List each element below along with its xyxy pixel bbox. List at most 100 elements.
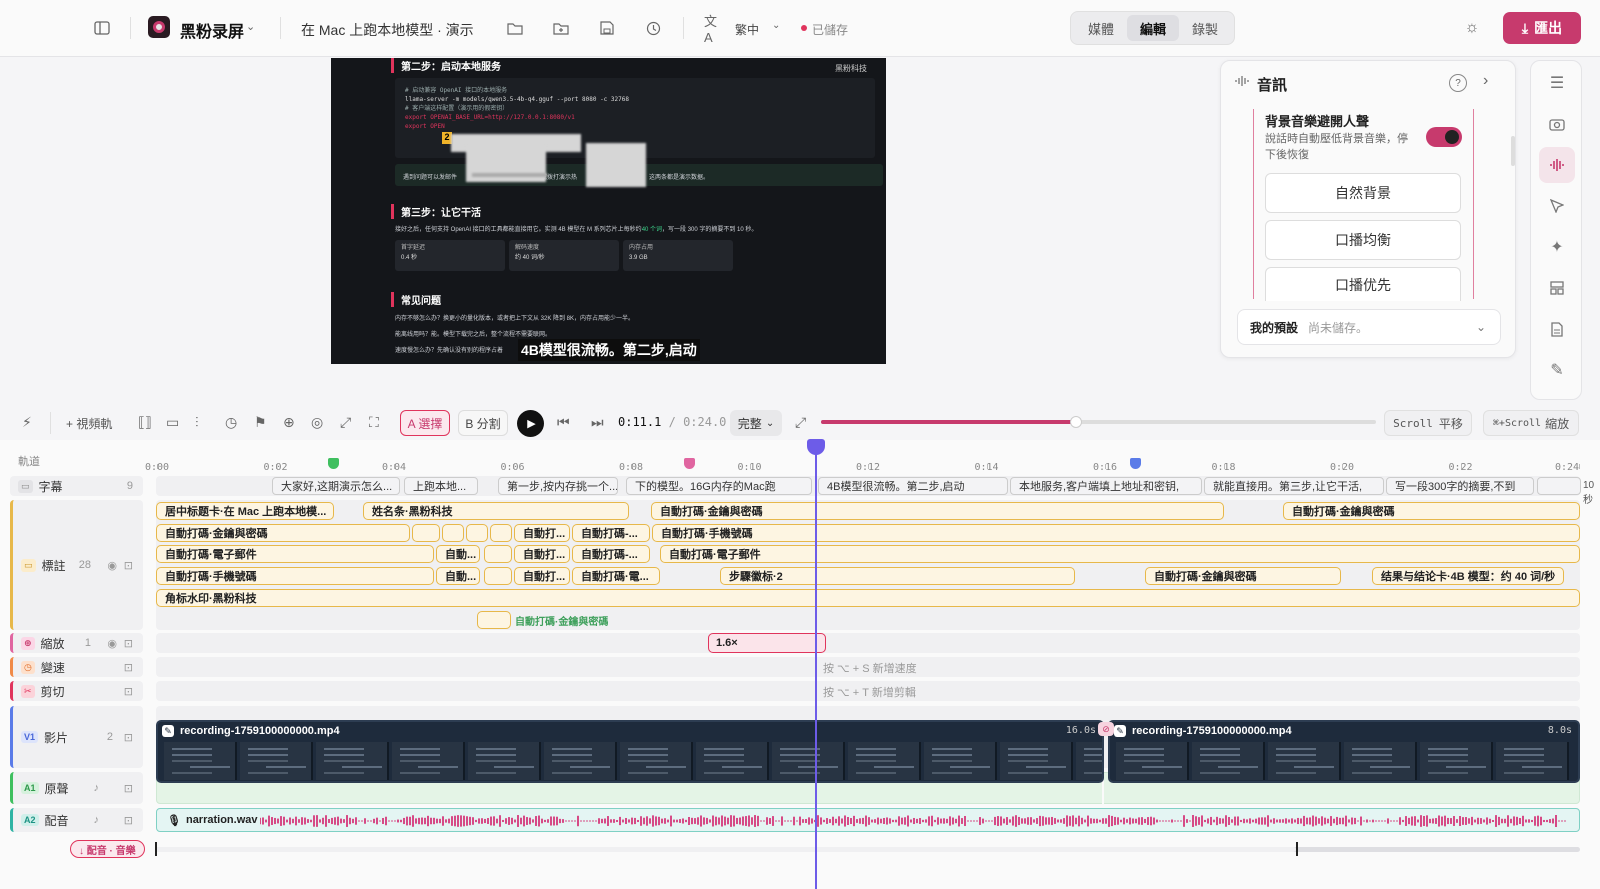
history-icon[interactable] (643, 18, 663, 38)
speaker-icon[interactable]: ♪ (94, 814, 100, 826)
lock-icon[interactable]: ⊡ (124, 782, 133, 795)
annotation-clip[interactable]: 姓名条·黑粉科技 (363, 502, 629, 520)
subtitle-clip[interactable]: 下的模型。16G内存的Mac跑 (626, 477, 812, 495)
scroll-range-start[interactable] (155, 842, 157, 856)
language-select[interactable]: 繁中 (735, 21, 759, 38)
lock-icon[interactable]: ⊡ (124, 559, 133, 572)
annotation-clip[interactable]: 自動打碼·手機號碼 (652, 524, 1580, 542)
annotation-clip[interactable] (484, 545, 512, 563)
select-tool-button[interactable]: A 選擇 (400, 410, 450, 436)
annotation-clip[interactable] (442, 524, 464, 542)
video-preview[interactable]: 第二步：启动本地服务 黑粉科技 # 启动兼容 OpenAI 接口的本地服务 ll… (331, 58, 886, 364)
voiceover-lane[interactable]: 🎙 narration.wav (156, 808, 1580, 832)
annotation-clip[interactable] (490, 524, 512, 542)
marker-blue[interactable] (1130, 458, 1141, 469)
translate-icon[interactable]: 文A (704, 14, 724, 45)
speaker-icon[interactable]: ♪ (94, 782, 100, 794)
lock-icon[interactable]: ⊡ (124, 637, 133, 650)
project-title[interactable]: 在 Mac 上跑本地模型 · 演示 (301, 20, 474, 40)
add-video-track-button[interactable]: + 視頻軌 (66, 415, 112, 432)
zoom-slider-thumb[interactable] (1070, 416, 1083, 428)
annotation-clip[interactable] (477, 611, 511, 629)
timeline-scrollbar-thumb[interactable] (156, 847, 1296, 852)
video-clip[interactable]: ✎ recording-1759100000000.mp4 8.0s (1108, 720, 1580, 783)
transition-icon[interactable]: ⊘ (1098, 722, 1114, 736)
theme-toggle-icon[interactable]: ☼ (1462, 18, 1482, 38)
open-folder-icon[interactable] (505, 18, 525, 38)
scroll-range-end[interactable] (1296, 842, 1298, 856)
annotation-clip[interactable] (466, 524, 488, 542)
quality-select[interactable]: 完整 ⌄ (730, 410, 782, 436)
subtitle-clip[interactable]: 大家好,这期演示怎么... (272, 477, 400, 495)
annotation-clip[interactable]: 自動打碼-... (572, 524, 650, 542)
marker-green[interactable] (328, 458, 339, 469)
document-icon[interactable] (1539, 311, 1575, 347)
preset-voice-first[interactable]: 口播优先 (1265, 267, 1461, 301)
camera-icon[interactable] (1539, 106, 1575, 142)
annotation-clip[interactable]: 自動打碼·手機號碼 (156, 567, 434, 585)
track-label-zoom[interactable]: ⊕ 縮放 1 ◉ ⊡ (10, 633, 143, 653)
fit-icon[interactable]: ⤢ (795, 414, 806, 431)
subtitle-clip[interactable]: 第一步,按内存挑一个... (498, 477, 618, 495)
subtitle-clip[interactable]: 就能直接用。第三步,让它干活, (1204, 477, 1384, 495)
time-ruler[interactable]: 0:00 0:02 0:04 0:06 0:08 0:10 0:12 0:14 0:16 0:18… (0, 440, 1600, 480)
split-tool-button[interactable]: B 分割 (458, 410, 508, 436)
timeline-scrollbar[interactable] (156, 847, 1580, 852)
lock-icon[interactable]: ⊡ (124, 685, 133, 698)
subtitle-clip[interactable] (1537, 477, 1581, 495)
annotation-clip[interactable]: 自動打... (514, 545, 570, 563)
target-icon[interactable]: ◎ (311, 414, 323, 431)
annotation-clip[interactable]: 步驟徽标·2 (720, 567, 1075, 585)
track-label-speed[interactable]: ◷ 變速 ⊡ (10, 657, 143, 677)
subtitle-clip[interactable]: 4B模型很流畅。第二步,启动 (818, 477, 1008, 495)
split-view-icon[interactable]: ⟦⟧ (138, 414, 152, 431)
layout-icon[interactable] (1539, 270, 1575, 306)
focus-icon[interactable]: ⛶ (369, 414, 379, 431)
annotation-clip[interactable]: 结果与结论卡·4B 模型：约 40 词/秒 (1372, 567, 1564, 585)
annotation-clip[interactable]: 自動打... (514, 567, 570, 585)
skip-forward-icon[interactable]: ⏭ (591, 414, 604, 431)
annotation-clip[interactable] (412, 524, 440, 542)
annotation-clip[interactable]: 自動打碼·電子郵件 (156, 545, 434, 563)
zoom-in-icon[interactable]: ⊕ (283, 414, 295, 431)
subtitle-clip[interactable]: 上跑本地... (404, 477, 478, 495)
track-label-subtitles[interactable]: ▭ 字幕 9 (10, 476, 143, 496)
chevron-down-icon[interactable]: ⌄ (772, 20, 780, 31)
expand-icon[interactable]: ⤢ (340, 414, 351, 431)
voiceover-music-chip[interactable]: ↓ 配音 · 音樂 (70, 840, 145, 858)
annotation-clip[interactable]: 自動打... (514, 524, 570, 542)
eye-icon[interactable]: ◉ (107, 637, 117, 650)
track-label-original-audio[interactable]: A1 原聲 ♪ ⊡ (10, 772, 143, 804)
help-icon[interactable]: ? (1449, 74, 1467, 92)
track-label-cut[interactable]: ✂ 剪切 ⊡ (10, 681, 143, 701)
annotation-clip[interactable]: 自動打碼·金鑰與密碼 (156, 524, 410, 542)
annotation-clip[interactable]: 自動打碼·金鑰與密碼 (651, 502, 1224, 520)
annotation-clip[interactable]: 自動... (436, 545, 480, 563)
annotation-clip[interactable]: 居中标题卡·在 Mac 上跑本地模... (156, 502, 334, 520)
track-label-annotations[interactable]: ▭ 標註 28 ◉ ⊡ (10, 500, 143, 630)
preset-balanced[interactable]: 口播均衡 (1265, 220, 1461, 260)
annotation-clip[interactable]: 自動打碼·電... (572, 567, 660, 585)
subtitle-clip[interactable]: 写一段300字的摘要,不到 (1386, 477, 1534, 495)
eye-icon[interactable]: ◉ (107, 559, 117, 572)
annotation-clip[interactable]: 自動打碼-... (572, 545, 650, 563)
annotation-clip[interactable]: 自動打碼·金鑰與密碼 (1145, 567, 1341, 585)
track-label-video[interactable]: V1 影片 2 ⊡ (10, 706, 143, 768)
panel-scrollbar[interactable] (1511, 136, 1515, 166)
lock-icon[interactable]: ⊡ (124, 731, 133, 744)
playhead[interactable] (815, 440, 817, 889)
annotation-clip[interactable] (484, 567, 512, 585)
audio-icon[interactable]: ⫶ (195, 414, 199, 431)
chevron-right-icon[interactable]: › (1483, 72, 1488, 90)
pencil-icon[interactable]: ✎ (1539, 352, 1575, 388)
tab-media[interactable]: 媒體 (1075, 15, 1127, 41)
video-clip[interactable]: ✎ recording-1759100000000.mp4 16.0s (156, 720, 1104, 783)
sidebar-toggle-icon[interactable] (92, 18, 112, 38)
tab-edit[interactable]: 編輯 (1127, 15, 1179, 41)
ducking-toggle[interactable] (1426, 127, 1462, 147)
magic-wand-icon[interactable]: ⚡ (22, 414, 32, 431)
marker-pink[interactable] (684, 458, 695, 469)
chevron-down-icon[interactable]: ⌄ (246, 20, 255, 33)
skip-back-icon[interactable]: ⏮ (557, 414, 570, 431)
sparkle-icon[interactable]: ✦ (1539, 229, 1575, 265)
